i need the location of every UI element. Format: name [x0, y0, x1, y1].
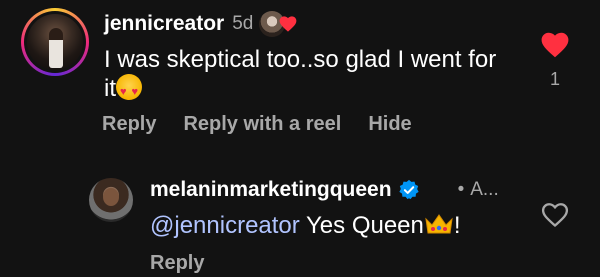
reply-time: A...	[470, 179, 499, 200]
avatar-frame	[24, 11, 86, 73]
reply-username[interactable]: melaninmarketingqueen	[150, 178, 392, 202]
hide-button[interactable]: Hide	[368, 113, 411, 136]
reply-actions: Reply	[150, 252, 204, 275]
time-separator: •	[457, 179, 465, 200]
reply-with-reel-button[interactable]: Reply with a reel	[183, 113, 341, 136]
comment-text: I was skeptical too..so glad I went for …	[104, 46, 497, 102]
like-count: 1	[550, 69, 561, 89]
comment-time: 5d	[232, 13, 254, 34]
creator-liked-badge	[259, 11, 301, 37]
reply-like-button[interactable]	[541, 202, 569, 233]
reply-header: melaninmarketingqueen • A...	[150, 176, 499, 204]
verified-badge-icon	[398, 179, 419, 200]
reply-mention-link[interactable]: @jennicreator	[150, 212, 300, 239]
heart-filled-icon	[541, 32, 569, 58]
comment-actions: Reply Reply with a reel Hide	[102, 113, 412, 136]
comment-username[interactable]: jennicreator	[104, 12, 224, 36]
reply-body: @jennicreator Yes Queen !	[150, 212, 461, 240]
avatar-figure	[49, 28, 63, 68]
like-button[interactable]	[541, 32, 569, 63]
reply-avatar[interactable]	[89, 178, 133, 222]
heart-outline-icon	[541, 203, 569, 228]
heart-icon	[279, 16, 297, 32]
avatar	[27, 14, 83, 70]
crown-emoji-icon	[425, 214, 453, 234]
comment-body: I was skeptical too..so glad I went for …	[104, 46, 514, 106]
avatar-face	[103, 188, 119, 206]
reply-trailing: !	[453, 212, 461, 239]
reply-reply-button[interactable]: Reply	[150, 252, 204, 274]
comment-header: jennicreator 5d	[104, 10, 301, 38]
reply-text: Yes Queen	[299, 212, 424, 239]
story-ring[interactable]	[21, 8, 89, 76]
heart-eyes-emoji-icon	[116, 74, 142, 106]
reply-button[interactable]: Reply	[102, 113, 156, 136]
